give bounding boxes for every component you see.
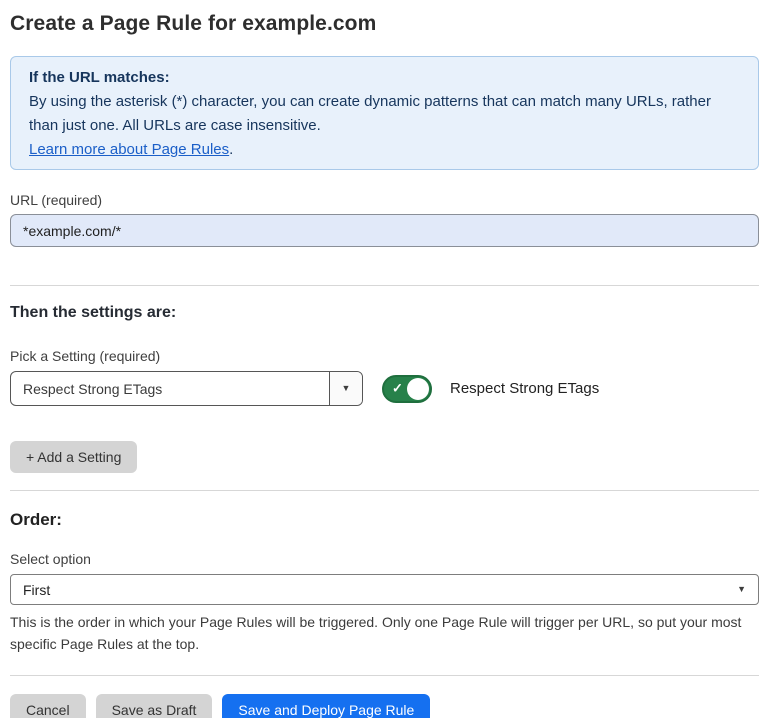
url-label: URL (required) [10, 192, 759, 208]
page-title: Create a Page Rule for example.com [10, 12, 759, 36]
add-setting-button[interactable]: + Add a Setting [10, 441, 137, 473]
save-deploy-button[interactable]: Save and Deploy Page Rule [222, 694, 430, 718]
order-select[interactable]: First ▼ [10, 574, 759, 605]
toggle-knob [407, 378, 429, 400]
pick-setting-label: Pick a Setting (required) [10, 348, 759, 364]
chevron-down-icon: ▼ [737, 585, 746, 594]
info-link-line: Learn more about Page Rules. [29, 138, 740, 162]
save-draft-button[interactable]: Save as Draft [96, 694, 213, 718]
url-input[interactable] [10, 214, 759, 247]
select-option-label: Select option [10, 551, 759, 567]
divider [10, 285, 759, 286]
footer-actions: Cancel Save as Draft Save and Deploy Pag… [10, 694, 759, 718]
etags-toggle[interactable]: ✓ [382, 375, 432, 403]
settings-section-heading: Then the settings are: [10, 304, 759, 322]
order-select-value: First [23, 582, 50, 598]
setting-row: Respect Strong ETags ▼ ✓ Respect Strong … [10, 371, 759, 406]
check-icon: ✓ [392, 380, 403, 396]
cancel-button[interactable]: Cancel [10, 694, 86, 718]
url-match-info-box: If the URL matches: By using the asteris… [10, 56, 759, 170]
setting-select[interactable]: Respect Strong ETags ▼ [10, 371, 363, 406]
divider [10, 675, 759, 676]
link-period: . [229, 141, 233, 158]
info-box-heading: If the URL matches: [29, 66, 740, 90]
setting-select-arrow-segment[interactable]: ▼ [329, 372, 362, 405]
learn-more-link[interactable]: Learn more about Page Rules [29, 141, 229, 158]
info-box-body: By using the asterisk (*) character, you… [29, 93, 711, 134]
order-section-heading: Order: [10, 510, 759, 530]
chevron-down-icon: ▼ [342, 384, 351, 393]
toggle-label: Respect Strong ETags [450, 380, 599, 397]
order-help-text: This is the order in which your Page Rul… [10, 611, 759, 655]
setting-select-value: Respect Strong ETags [11, 372, 329, 405]
divider [10, 490, 759, 491]
create-page-rule-form: Create a Page Rule for example.com If th… [0, 0, 769, 718]
